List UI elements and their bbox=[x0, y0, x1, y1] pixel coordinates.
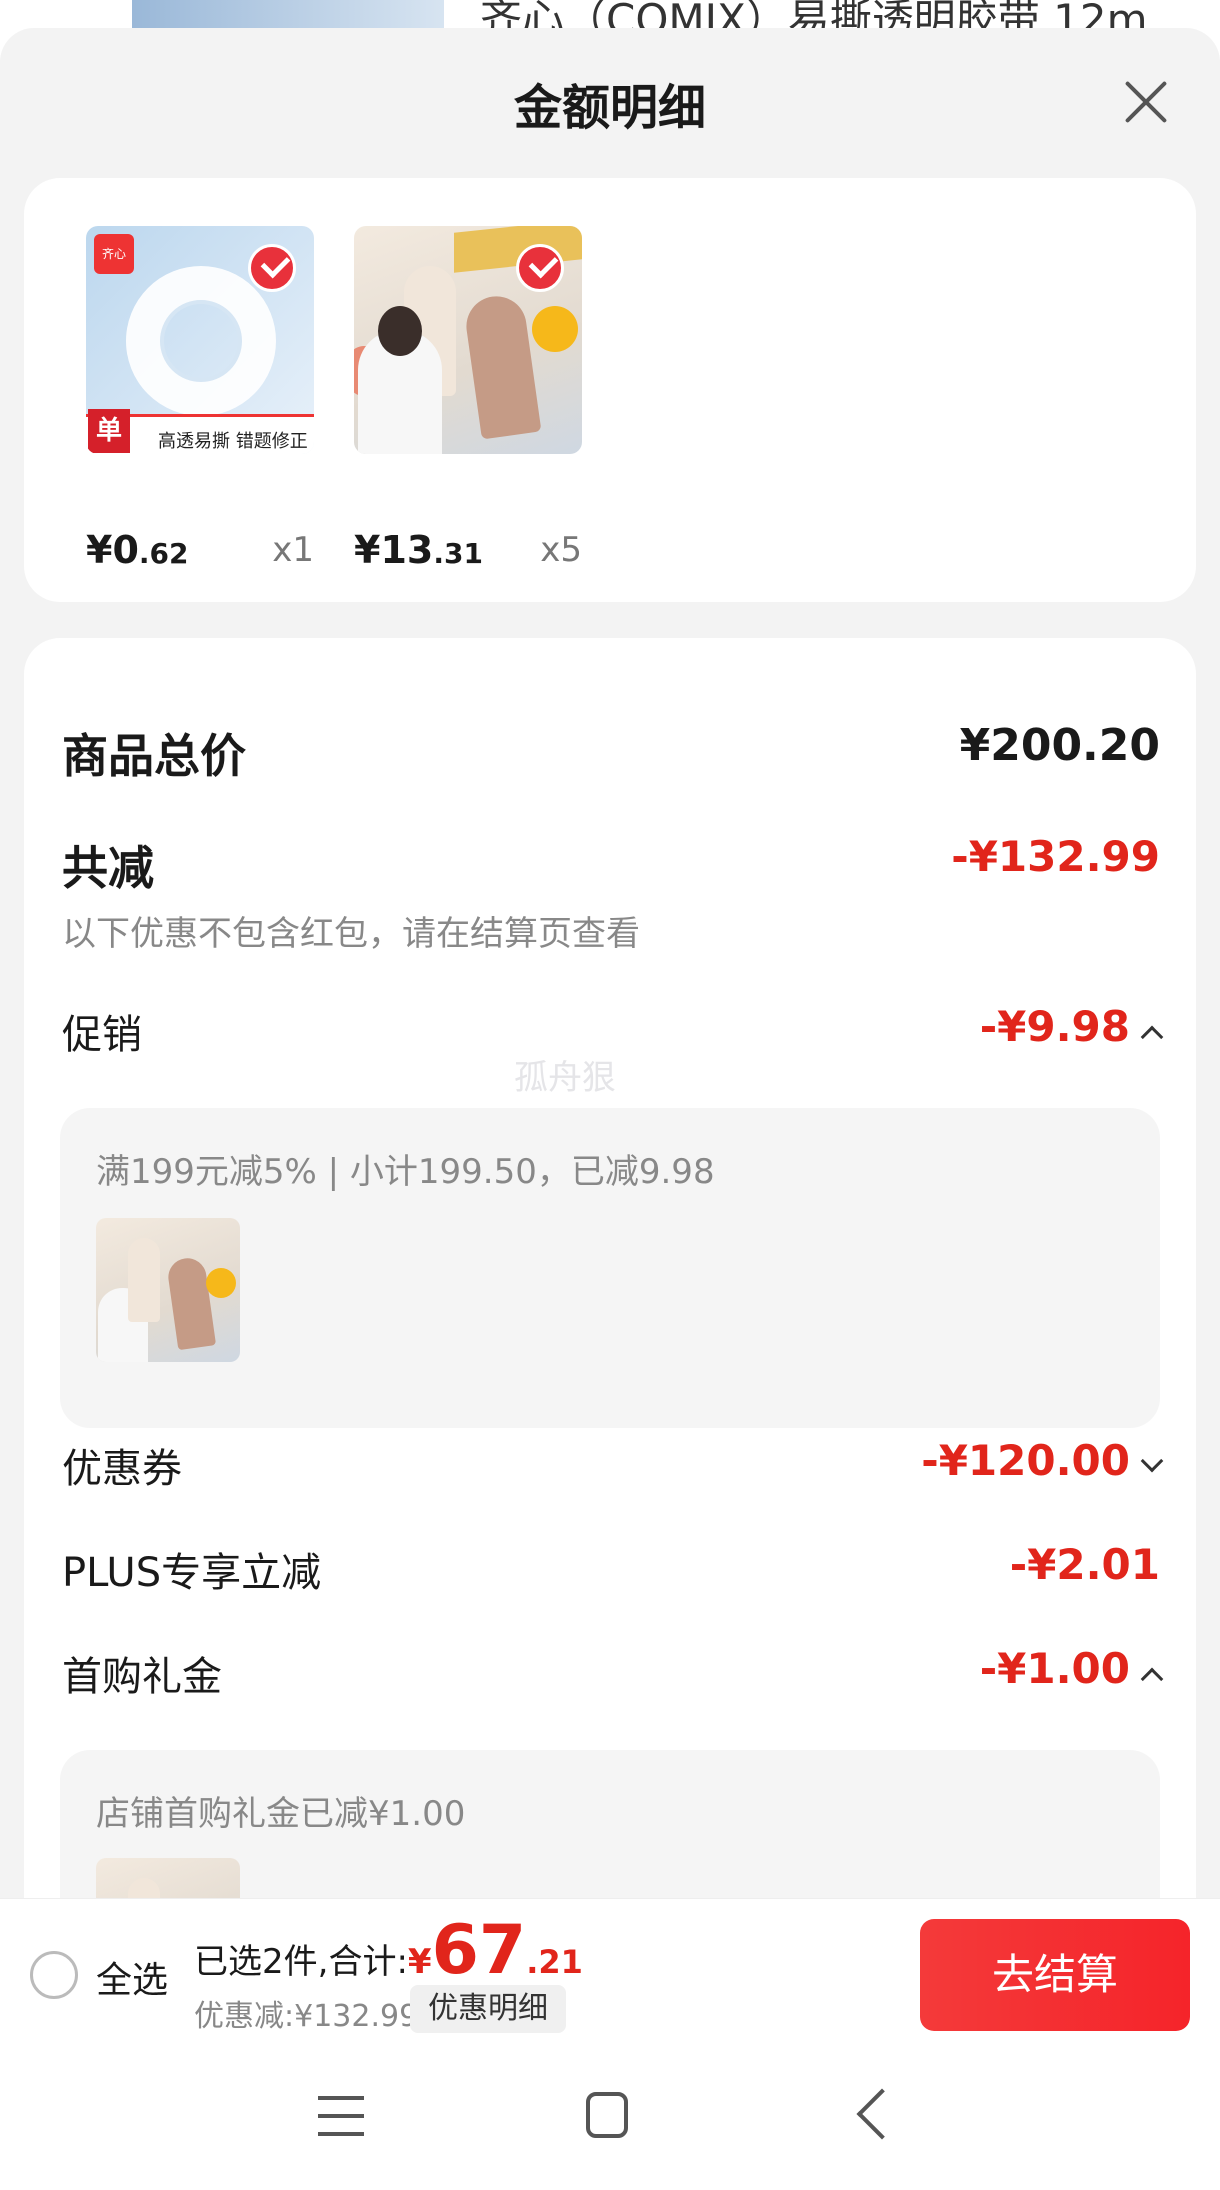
plus-label: PLUS专享立减 bbox=[62, 1550, 322, 1596]
background-product-thumb bbox=[132, 0, 444, 28]
tape-roll-shape bbox=[126, 266, 276, 416]
chevron-up-icon[interactable] bbox=[1140, 1025, 1164, 1049]
goods-item[interactable]: ¥13.31 x5 bbox=[354, 226, 582, 572]
selected-total: 已选2件,合计:¥67.21 bbox=[194, 1911, 583, 1990]
home-icon[interactable] bbox=[586, 2092, 628, 2138]
goods-item[interactable]: 齐心 单 高透易撕 错题修正 ¥0.62 x1 bbox=[86, 226, 314, 572]
checkout-bar: 全选 已选2件,合计:¥67.21 优惠减:¥132.99 优惠明细 去结算 bbox=[0, 1898, 1220, 2048]
close-icon[interactable] bbox=[1116, 72, 1176, 132]
goods-price: ¥0.62 bbox=[86, 528, 189, 572]
selected-count-label: 已选2件,合计: bbox=[194, 1942, 408, 1982]
check-icon[interactable] bbox=[248, 244, 296, 292]
goods-price: ¥13.31 bbox=[354, 528, 483, 572]
chevron-up-icon[interactable] bbox=[1140, 1667, 1164, 1691]
coupon-value-wrap: -¥120.00 bbox=[921, 1436, 1164, 1485]
menu-icon[interactable] bbox=[318, 2096, 364, 2136]
coupon-label: 优惠券 bbox=[62, 1446, 182, 1492]
first-gift-label: 首购礼金 bbox=[62, 1654, 222, 1700]
coupon-row[interactable]: 优惠券 -¥120.00 bbox=[62, 1436, 1164, 1496]
banner-text: 高透易撕 错题修正 bbox=[158, 431, 308, 452]
check-icon[interactable] bbox=[516, 244, 564, 292]
promotion-product-thumb bbox=[96, 1218, 240, 1362]
total-price-label: 商品总价 bbox=[62, 729, 246, 783]
first-gift-detail-text: 店铺首购礼金已减¥1.00 bbox=[96, 1794, 466, 1834]
tape-product-image: 齐心 单 高透易撕 错题修正 bbox=[86, 226, 314, 454]
promotion-value: -¥9.98 bbox=[979, 1002, 1130, 1051]
total-price-value: ¥200.20 bbox=[959, 720, 1160, 771]
brand-logo: 齐心 bbox=[94, 234, 134, 274]
promotion-detail-text: 满199元减5% | 小计199.50，已减9.98 bbox=[96, 1152, 715, 1192]
chevron-down-icon[interactable] bbox=[1140, 1449, 1164, 1473]
select-all-radio[interactable] bbox=[30, 1951, 78, 1999]
first-gift-value: -¥1.00 bbox=[979, 1644, 1130, 1693]
plus-value: -¥2.01 bbox=[1009, 1540, 1160, 1589]
popsicle-product-image bbox=[354, 226, 582, 454]
discount-detail-button[interactable]: 优惠明细 bbox=[410, 1985, 566, 2033]
sheet-title: 金额明细 bbox=[513, 80, 706, 136]
total-integer: 67 bbox=[431, 1911, 527, 1990]
promotion-label: 促销 bbox=[62, 1012, 142, 1058]
first-gift-row[interactable]: 首购礼金 -¥1.00 bbox=[62, 1644, 1164, 1704]
back-icon[interactable] bbox=[856, 2088, 908, 2140]
banner-tag: 单 bbox=[88, 409, 130, 453]
promotion-detail-box: 满199元减5% | 小计199.50，已减9.98 bbox=[60, 1108, 1160, 1428]
total-reduce-row: 共减 -¥132.99 bbox=[62, 832, 1160, 895]
first-gift-value-wrap: -¥1.00 bbox=[979, 1644, 1164, 1693]
lemon-shape bbox=[532, 306, 578, 352]
total-reduce-label: 共减 bbox=[62, 841, 154, 895]
system-nav-bar bbox=[0, 2048, 1220, 2190]
checkout-button[interactable]: 去结算 bbox=[920, 1919, 1190, 2031]
goods-card: 齐心 单 高透易撕 错题修正 ¥0.62 x1 ¥13.31 x5 bbox=[24, 178, 1196, 602]
reduce-note: 以下优惠不包含红包，请在结算页查看 bbox=[62, 914, 640, 954]
plus-row: PLUS专享立减 -¥2.01 bbox=[62, 1540, 1160, 1600]
select-all-label[interactable]: 全选 bbox=[96, 1951, 168, 2003]
total-reduce-value: -¥132.99 bbox=[951, 832, 1160, 881]
total-decimal: .21 bbox=[526, 1943, 583, 1981]
popsicle-shape bbox=[462, 292, 542, 440]
promotion-value-wrap: -¥9.98 bbox=[979, 1002, 1164, 1051]
product-banner: 单 高透易撕 错题修正 bbox=[86, 409, 314, 454]
discount-amount: 优惠减:¥132.99 bbox=[194, 1999, 419, 2034]
model-head-shape bbox=[378, 306, 422, 356]
currency-symbol: ¥ bbox=[407, 1942, 432, 1982]
goods-quantity: x1 bbox=[272, 530, 314, 570]
total-price-row: 商品总价 ¥200.20 bbox=[62, 720, 1160, 783]
goods-quantity: x5 bbox=[540, 530, 582, 570]
coupon-value: -¥120.00 bbox=[921, 1436, 1130, 1485]
watermark: 孤舟狠 bbox=[514, 1058, 616, 1098]
amount-detail-sheet: 金额明细 齐心 单 高透易撕 错题修正 ¥0.62 x1 ¥13.31 x5 商… bbox=[0, 28, 1220, 2190]
